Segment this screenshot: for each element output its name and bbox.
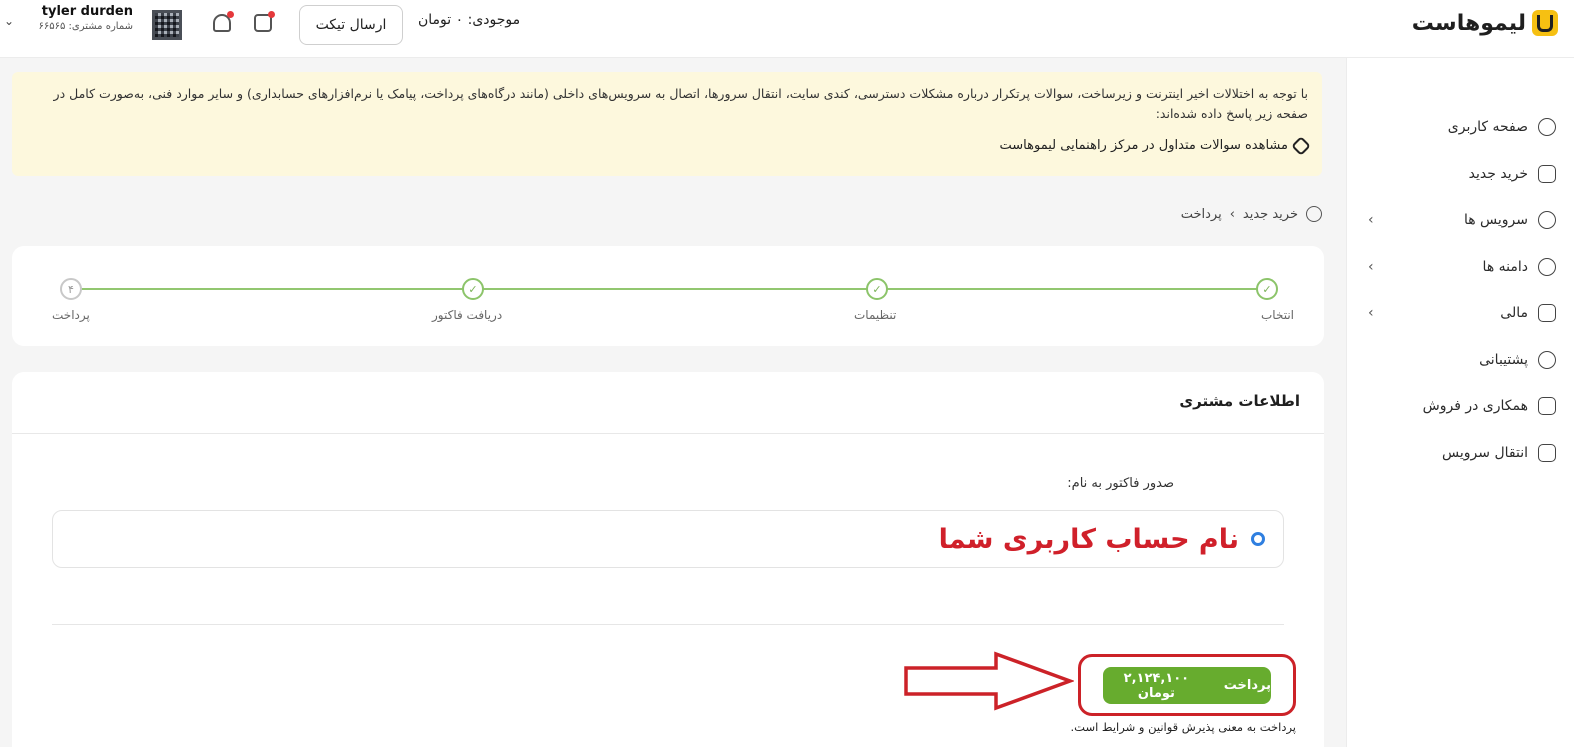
user-id: شماره مشتری: ۶۶۵۶۵: [38, 21, 133, 32]
sidebar-item-affiliate[interactable]: همکاری در فروش: [1346, 383, 1574, 430]
sidebar: صفحه کاربری خرید جدید سرویس ها › دامنه ه…: [1346, 58, 1574, 747]
step-invoice-dot: ✓: [462, 278, 484, 300]
headset-icon: [1538, 350, 1556, 369]
sidebar-item-services[interactable]: سرویس ها ›: [1346, 197, 1574, 244]
breadcrumb-new-purchase[interactable]: خرید جدید: [1243, 207, 1298, 222]
sidebar-item-label: مالی: [1500, 305, 1528, 322]
bag-icon: [1538, 164, 1556, 183]
sidebar-item-domains[interactable]: دامنه ها ›: [1346, 244, 1574, 291]
alert-text: با توجه به اختلالات اخیر اینترنت و زیرسا…: [53, 86, 1308, 121]
sidebar-item-label: دامنه ها: [1482, 258, 1528, 275]
chevron-right-icon: ›: [1368, 305, 1374, 322]
balance-text: موجودی: ۰ تومان: [418, 12, 521, 28]
step-payment-dot: ۴: [60, 278, 82, 300]
logo-text: لیموهاست: [1411, 10, 1526, 36]
sidebar-item-dashboard[interactable]: صفحه کاربری: [1346, 104, 1574, 151]
step-invoice-label: دریافت فاکتور: [432, 308, 503, 322]
transfer-icon: [1538, 443, 1556, 462]
send-ticket-button[interactable]: ارسال تیکت: [299, 5, 403, 45]
account-name-text: نام حساب کاربری شما: [938, 523, 1239, 555]
account-radio[interactable]: [1251, 532, 1265, 546]
step-settings-label: تنظیمات: [854, 308, 897, 322]
sidebar-item-label: سرویس ها: [1463, 212, 1528, 229]
faq-link-label: مشاهده سوالات متداول در مرکز راهنمایی لی…: [999, 138, 1288, 153]
faq-link[interactable]: مشاهده سوالات متداول در مرکز راهنمایی لی…: [26, 135, 1311, 156]
customer-info-card: اطلاعات مشتری صدور فاکتور به نام: نام حس…: [12, 372, 1324, 747]
pay-button-amount: ۲,۱۲۴,۱۰۰ تومان: [1123, 670, 1190, 701]
sidebar-item-finance[interactable]: مالی ›: [1346, 290, 1574, 337]
step-payment-label: پرداخت: [52, 308, 90, 322]
pay-highlight-frame: پرداخت ۲,۱۲۴,۱۰۰ تومان: [1078, 654, 1296, 716]
globe-icon: [1538, 257, 1556, 276]
annotation-arrow-icon: [904, 651, 1074, 711]
link-icon: [1291, 135, 1311, 156]
user-icon: [1538, 118, 1556, 137]
sidebar-nav: صفحه کاربری خرید جدید سرویس ها › دامنه ه…: [1346, 104, 1574, 476]
sidebar-item-label: همکاری در فروش: [1422, 398, 1528, 415]
step-progress-line: [72, 288, 1267, 290]
logo[interactable]: لیموهاست: [1412, 10, 1558, 36]
money-icon: [1538, 304, 1556, 323]
chevron-right-icon: ›: [1368, 258, 1374, 275]
top-bar: لیموهاست موجودی: ۰ تومان ارسال تیکت tyle…: [0, 0, 1574, 58]
gift-icon[interactable]: [254, 11, 275, 32]
checkout-stepper: ✓ انتخاب ✓ تنظیمات ✓ دریافت فاکتور ۴ پرد…: [12, 246, 1324, 346]
user-name: tyler durden: [41, 4, 133, 19]
pay-button[interactable]: پرداخت ۲,۱۲۴,۱۰۰ تومان: [1103, 667, 1271, 704]
breadcrumb-separator: ›: [1229, 206, 1235, 222]
chat-icon: [1538, 397, 1556, 416]
sidebar-item-label: صفحه کاربری: [1447, 119, 1528, 136]
chevron-down-icon[interactable]: ⌄: [4, 14, 14, 28]
step-settings-dot: ✓: [866, 278, 888, 300]
card-title: اطلاعات مشتری: [12, 372, 1324, 434]
sidebar-item-new-purchase[interactable]: خرید جدید: [1346, 151, 1574, 198]
avatar[interactable]: [152, 10, 182, 40]
sidebar-item-support[interactable]: پشتیبانی: [1346, 337, 1574, 384]
step-select-dot: ✓: [1256, 278, 1278, 300]
terms-note: پرداخت به معنی پذیرش قوانین و شرایط است.: [1070, 720, 1297, 734]
account-name-option[interactable]: نام حساب کاربری شما: [52, 510, 1284, 568]
sidebar-item-label: پشتیبانی: [1479, 351, 1528, 368]
chevron-right-icon: ›: [1368, 212, 1374, 229]
globe-icon: [1306, 206, 1322, 222]
step-select-label: انتخاب: [1261, 308, 1294, 322]
sidebar-item-service-transfer[interactable]: انتقال سرویس: [1346, 430, 1574, 477]
notice-alert: با توجه به اختلالات اخیر اینترنت و زیرسا…: [12, 72, 1322, 176]
sidebar-item-label: انتقال سرویس: [1442, 444, 1528, 461]
breadcrumb: خرید جدید › پرداخت: [1160, 206, 1322, 222]
lemon-logo-icon: [1532, 10, 1558, 36]
pay-button-label: پرداخت: [1223, 678, 1271, 693]
invoice-to-label: صدور فاکتور به نام:: [1067, 476, 1174, 491]
user-menu[interactable]: tyler durden شماره مشتری: ۶۶۵۶۵: [33, 4, 133, 32]
breadcrumb-current: پرداخت: [1180, 206, 1222, 222]
sidebar-item-label: خرید جدید: [1468, 165, 1528, 182]
gear-icon: [1538, 211, 1556, 230]
divider: [52, 624, 1284, 625]
bell-icon[interactable]: [213, 11, 234, 32]
